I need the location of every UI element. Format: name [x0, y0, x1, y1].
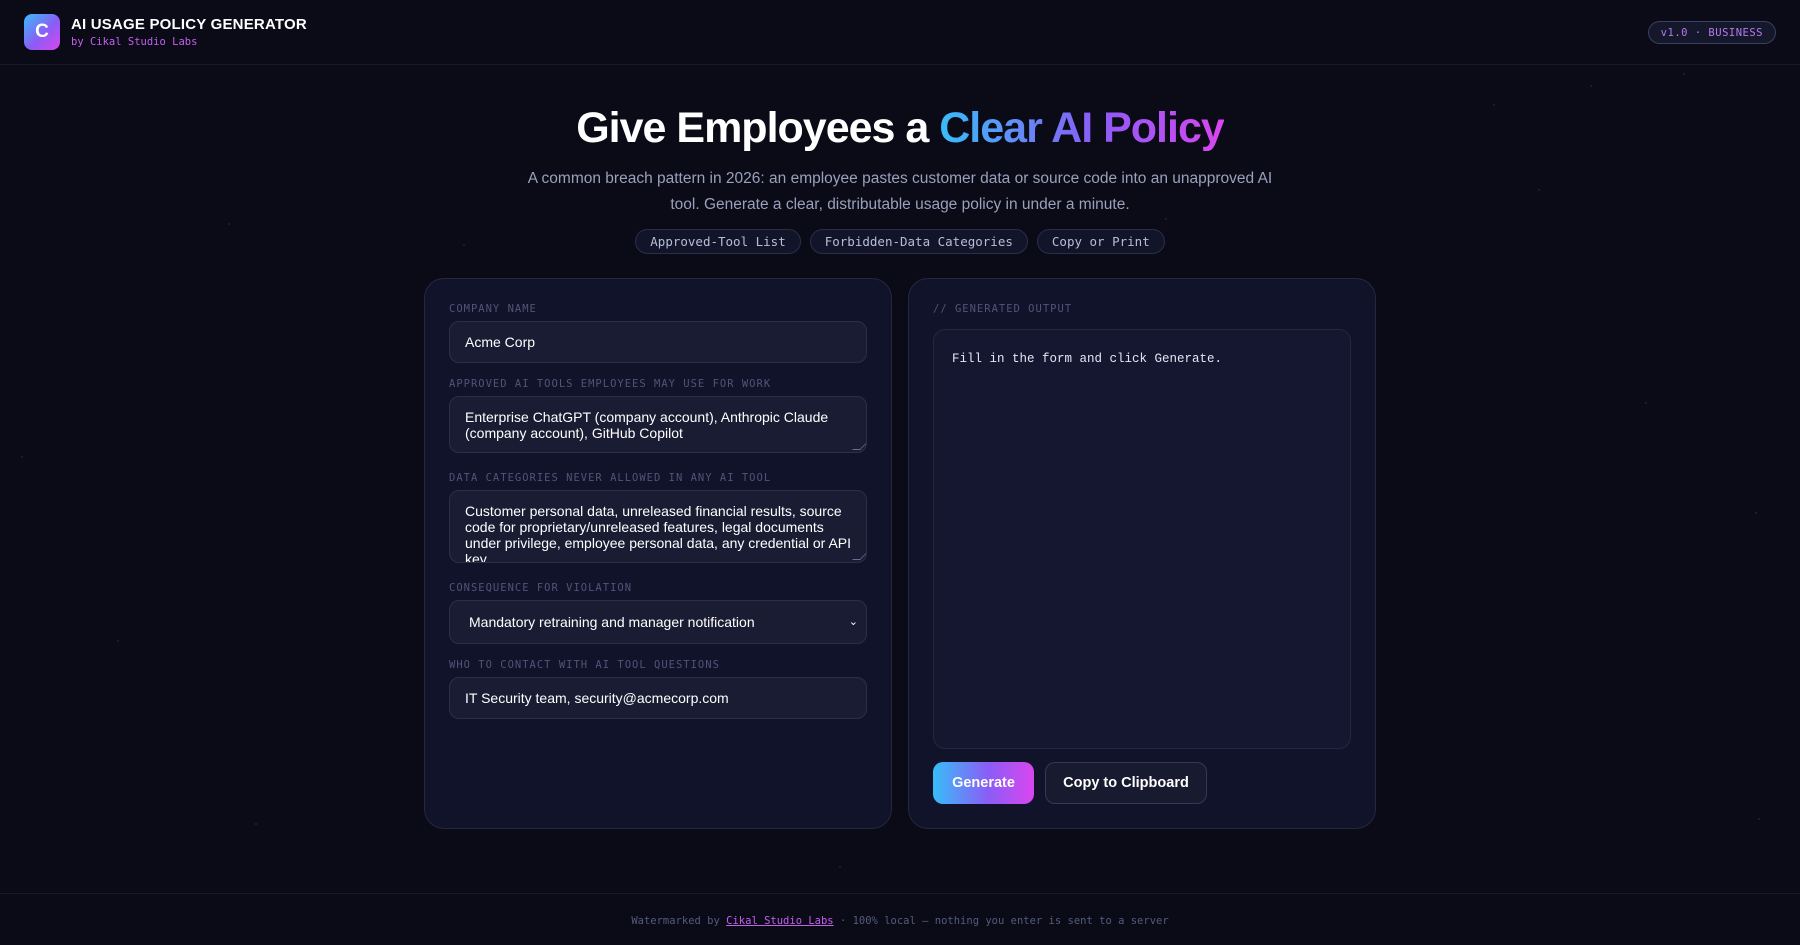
footer-prefix: Watermarked by [631, 915, 727, 927]
policy-form-panel: COMPANY NAME Acme Corp APPROVED AI TOOLS… [424, 278, 892, 829]
footer: Watermarked by Cikal Studio Labs · 100% … [0, 893, 1800, 945]
resize-handle-icon[interactable] [852, 552, 866, 560]
top-bar: C AI USAGE POLICY GENERATOR by Cikal Stu… [0, 0, 1800, 65]
feature-tags: Approved-Tool List Forbidden-Data Catego… [0, 229, 1800, 254]
copy-to-clipboard-button[interactable]: Copy to Clipboard [1045, 762, 1207, 804]
forbidden-data-label: DATA CATEGORIES NEVER ALLOWED IN ANY AI … [449, 472, 772, 484]
consequence-label: CONSEQUENCE FOR VIOLATION [449, 582, 633, 594]
feature-tag: Forbidden-Data Categories [809, 229, 1028, 254]
app-subtitle: by Cikal Studio Labs [71, 36, 198, 48]
feature-tag: Copy or Print [1036, 229, 1165, 254]
chevron-down-icon: ⌄ [848, 616, 858, 628]
approved-tools-value: Enterprise ChatGPT (company account), An… [465, 409, 829, 441]
hero-title-highlight: Clear AI Policy [939, 104, 1225, 152]
app-title: AI USAGE POLICY GENERATOR [71, 16, 307, 33]
hero-title-plain: Give Employees a [576, 104, 940, 152]
company-name-value: Acme Corp [465, 334, 536, 350]
feature-tag: Approved-Tool List [635, 229, 801, 254]
version-badge: v1.0 · BUSINESS [1647, 21, 1776, 44]
consequence-selected-value: Mandatory retraining and manager notific… [469, 614, 755, 630]
hero-description: A common breach pattern in 2026: an empl… [527, 170, 1273, 213]
generate-button[interactable]: Generate [933, 762, 1034, 804]
approved-tools-textarea[interactable]: Enterprise ChatGPT (company account), An… [449, 396, 867, 453]
output-label: // GENERATED OUTPUT [933, 303, 1073, 315]
contact-label: WHO TO CONTACT WITH AI TOOL QUESTIONS [449, 659, 720, 671]
footer-suffix: · 100% local — nothing you enter is sent… [833, 915, 1169, 927]
contact-value: IT Security team, security@acmecorp.com [465, 690, 729, 706]
output-placeholder: Fill in the form and click Generate. [952, 352, 1223, 366]
app-logo: C [24, 14, 60, 50]
consequence-select[interactable]: Mandatory retraining and manager notific… [449, 600, 867, 644]
footer-link[interactable]: Cikal Studio Labs [726, 915, 833, 927]
forbidden-data-value: Customer personal data, unreleased finan… [465, 503, 852, 563]
forbidden-data-textarea[interactable]: Customer personal data, unreleased finan… [449, 490, 867, 563]
footer-text: Watermarked by Cikal Studio Labs · 100% … [0, 915, 1800, 927]
resize-handle-icon[interactable] [852, 442, 866, 450]
approved-tools-label: APPROVED AI TOOLS EMPLOYEES MAY USE FOR … [449, 378, 772, 390]
hero-title: Give Employees a Clear AI Policy [0, 104, 1800, 153]
brand: AI USAGE POLICY GENERATOR by Cikal Studi… [71, 16, 307, 48]
output-panel: // GENERATED OUTPUT Fill in the form and… [908, 278, 1376, 829]
generated-output-area[interactable]: Fill in the form and click Generate. [933, 329, 1351, 749]
contact-input[interactable]: IT Security team, security@acmecorp.com [449, 677, 867, 719]
company-name-label: COMPANY NAME [449, 303, 537, 315]
company-name-input[interactable]: Acme Corp [449, 321, 867, 363]
